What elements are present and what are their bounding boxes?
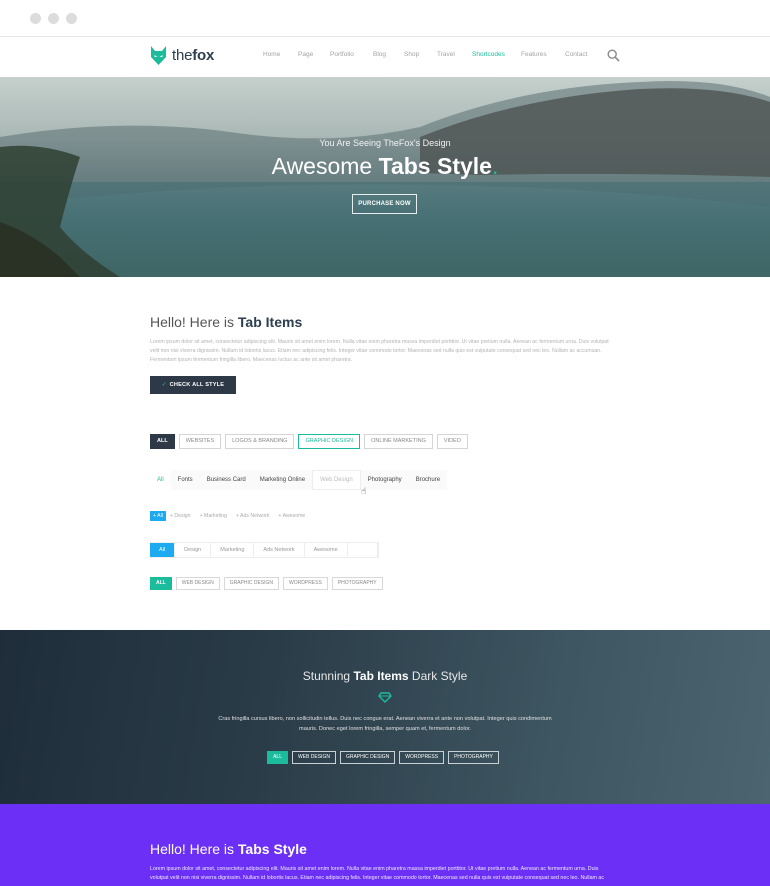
window-dot	[48, 13, 59, 24]
tab-photography[interactable]: Photography	[361, 470, 409, 490]
tab-online-marketing[interactable]: ONLINE MARKETING	[364, 434, 433, 449]
fox-logo-icon	[150, 46, 167, 65]
hero-banner: You Are Seeing TheFox's Design Awesome T…	[0, 77, 770, 277]
tab-all[interactable]: + All	[150, 511, 166, 521]
section-description: Lorem ipsum dolor sit amet, consectetur …	[150, 339, 609, 363]
section-title: Hello! Here is Tab Items	[150, 314, 303, 330]
tab-all[interactable]: ALL	[150, 577, 172, 590]
purchase-now-button[interactable]: PURCHASE NOW	[352, 194, 417, 214]
dark-tab-all[interactable]: ALL	[267, 751, 288, 764]
tabs-style-2: All Fonts Business Card Marketing Online Web…	[150, 470, 448, 490]
tab-all[interactable]: ALL	[150, 434, 175, 449]
tab-design[interactable]: Design	[175, 543, 212, 557]
tab-graphic-design[interactable]: GRAPHIC DESIGN	[223, 577, 280, 590]
tabs-dark-style: ALL WEB DESIGN GRAPHIC DESIGN WORDPRESS PHOT…	[0, 751, 770, 764]
tab-fonts[interactable]: Fonts	[171, 470, 200, 490]
nav-item-shortcodes[interactable]: Shortcodes	[472, 51, 505, 58]
nav-item-contact[interactable]: Contact	[565, 51, 587, 58]
dark-tab-wordpress[interactable]: WORDPRESS	[399, 751, 445, 764]
tab-ads-network[interactable]: + Ads Network	[236, 513, 270, 519]
dark-tab-web-design[interactable]: WEB DESIGN	[292, 751, 336, 764]
dark-tab-graphic-design[interactable]: GRAPHIC DESIGN	[339, 751, 396, 764]
purple-section-description: Lorem ipsum dolor sit amet, consectetur …	[150, 866, 604, 881]
dark-section-title: Stunning Tab Items Dark Style	[302, 669, 468, 683]
tab-all[interactable]: All	[150, 543, 176, 557]
site-header: thefox Home Page Portfolio Blog Shop Travel Sh…	[0, 37, 770, 77]
tab-photography[interactable]: PHOTOGRAPHY	[331, 577, 383, 590]
check-icon: ✓	[161, 382, 167, 388]
tabs-style-3: + All + Design + Marketing + Ads Network + A…	[150, 511, 314, 521]
search-icon[interactable]	[607, 49, 620, 67]
nav-item-features[interactable]: Features	[521, 51, 547, 58]
dark-style-section: Stunning Tab Items Dark Style Cras fring…	[0, 630, 770, 804]
tabs-style-4: All Design Marketing Ads Network Awesome	[150, 542, 379, 558]
logo[interactable]: thefox	[150, 46, 214, 65]
nav-item-blog[interactable]: Blog	[373, 51, 386, 58]
dark-tab-photography[interactable]: PHOTOGRAPHY	[448, 751, 499, 764]
tab-logos-branding[interactable]: LOGOS & BRANDING	[225, 434, 295, 449]
tab-ads-network[interactable]: Ads Network	[254, 543, 305, 557]
tabs-style-1: ALL WEBSITES LOGOS & BRANDING GRAPHIC DESIG…	[150, 434, 472, 449]
nav-item-page[interactable]: Page	[298, 51, 313, 58]
tab-video[interactable]: VIDEO	[436, 434, 468, 449]
tab-business-card[interactable]: Business Card	[200, 470, 253, 490]
hero-subtitle: You Are Seeing TheFox's Design	[319, 138, 451, 148]
nav-item-portfolio[interactable]: Portfolio	[330, 51, 354, 58]
purple-section-title: Hello! Here is Tabs Style	[150, 841, 307, 857]
tab-spacer	[348, 543, 378, 557]
nav-item-home[interactable]: Home	[263, 51, 280, 58]
nav-item-shop[interactable]: Shop	[404, 51, 419, 58]
check-all-style-button[interactable]: ✓ CHECK ALL STYLE	[150, 376, 236, 394]
tab-web-design[interactable]: Web Design	[312, 470, 361, 490]
tab-awesome[interactable]: Awesome	[305, 543, 348, 557]
nav-item-travel[interactable]: Travel	[437, 51, 455, 58]
tab-wordpress[interactable]: WORDPRESS	[283, 577, 328, 590]
tab-marketing[interactable]: Marketing	[211, 543, 255, 557]
tab-brochure[interactable]: Brochure	[409, 470, 447, 490]
browser-chrome	[0, 0, 770, 37]
diamond-icon	[378, 690, 392, 708]
tab-all[interactable]: All	[150, 470, 171, 490]
tabs-style-5: ALL WEB DESIGN GRAPHIC DESIGN WORDPRESS PHOT…	[150, 577, 387, 590]
dark-section-description: Cras fringilla cursus libero, non sollic…	[218, 716, 552, 732]
window-dot	[66, 13, 77, 24]
tab-marketing-online[interactable]: Marketing Online	[253, 470, 312, 490]
hero-title: Awesome Tabs Style.	[271, 153, 499, 179]
purple-section: Hello! Here is Tabs Style Lorem ipsum do…	[0, 804, 770, 886]
window-dot	[30, 13, 41, 24]
tab-design[interactable]: + Design	[170, 513, 191, 519]
tab-awesome[interactable]: + Awesome	[278, 513, 305, 519]
logo-text: thefox	[172, 47, 215, 64]
hand-cursor-icon: ☝	[361, 486, 367, 496]
tab-web-design[interactable]: WEB DESIGN	[175, 577, 220, 590]
tab-marketing[interactable]: + Marketing	[200, 513, 227, 519]
tab-websites[interactable]: WEBSITES	[178, 434, 222, 449]
tab-graphic-design[interactable]: GRAPHIC DESIGN	[298, 434, 361, 449]
